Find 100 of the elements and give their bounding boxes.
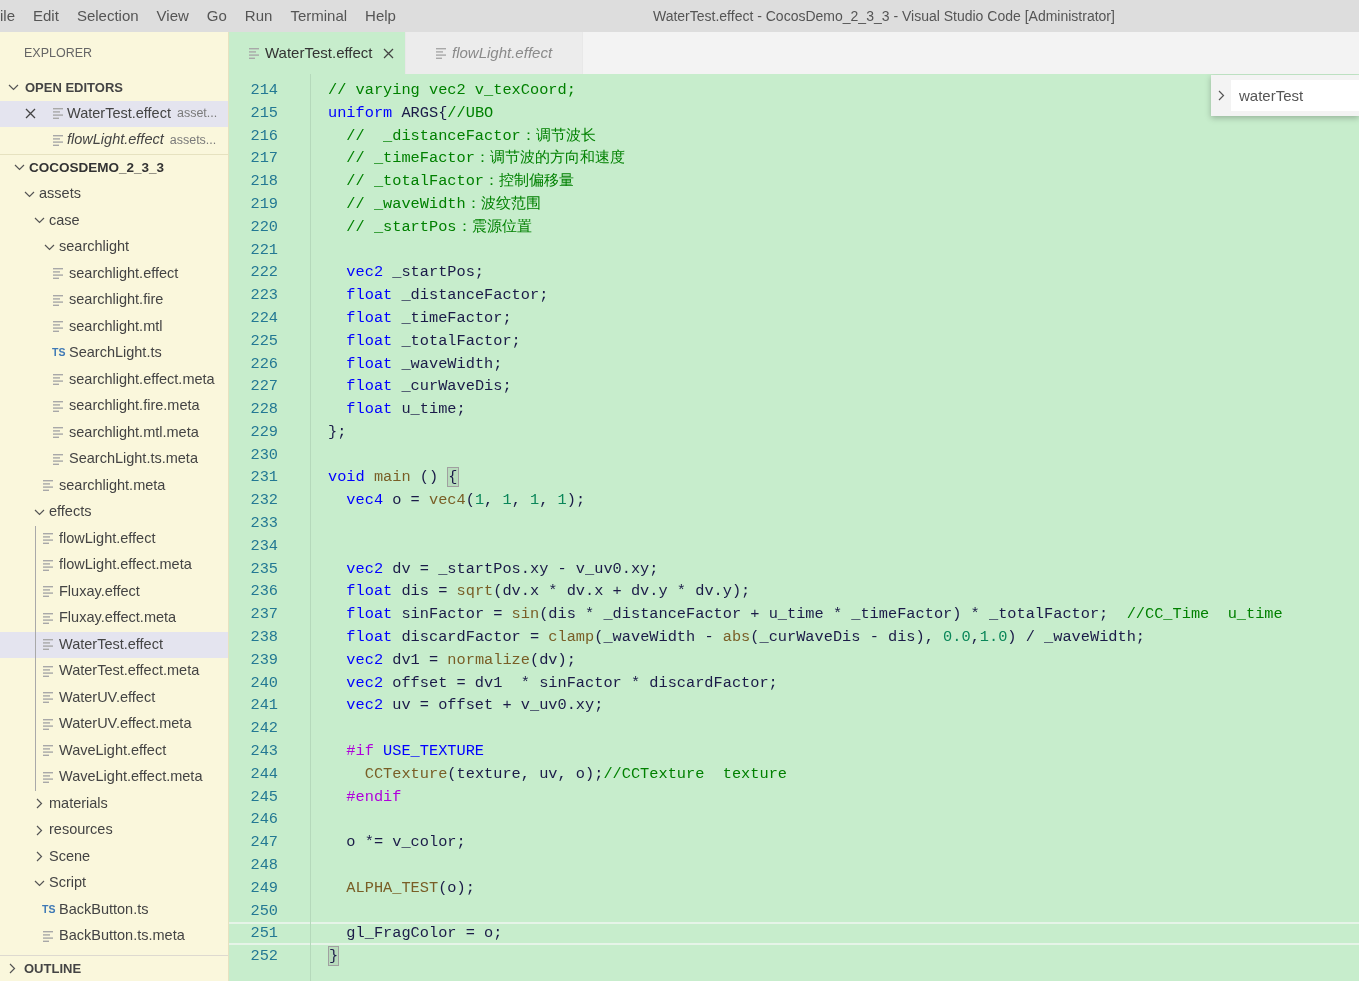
code-line: float u_time; (345, 399, 466, 421)
folder-item[interactable]: Scene (0, 843, 228, 870)
line-number: 248 (249, 855, 279, 877)
menu-item[interactable]: View (156, 4, 189, 28)
chevron-right-icon (36, 798, 43, 810)
code-line: CCTexture(texture, uv, o);//CCTexture texture (363, 763, 787, 785)
chevron-right-icon (1217, 90, 1225, 101)
code-line: #if USE_TEXTURE (345, 741, 485, 763)
file-item[interactable]: TS SearchLight.ts (0, 340, 228, 367)
file-item[interactable]: WaveLight.effect (0, 737, 228, 764)
line-number: 230 (249, 444, 279, 466)
file-lines-icon (43, 665, 53, 677)
code-line: vec2 offset = dv1 * sinFactor * discardFactor; (345, 672, 778, 694)
code-line: #endif (345, 786, 402, 808)
folder-item[interactable]: searchlight (0, 234, 228, 261)
code-line: // _waveWidth：波纹范围 (345, 193, 541, 215)
file-lines-icon (53, 134, 63, 146)
line-number: 239 (249, 649, 279, 671)
file-item[interactable]: searchlight.mtl (0, 313, 228, 340)
file-lines-icon (53, 321, 63, 333)
folder-item[interactable]: Script (0, 870, 228, 897)
folder-item[interactable]: effects (0, 499, 228, 526)
file-item[interactable]: flowLight.effect.meta (0, 552, 228, 579)
line-number: 232 (249, 490, 279, 512)
file-item[interactable]: WaterUV.effect.meta (0, 711, 228, 738)
menu-item[interactable]: Go (206, 4, 227, 28)
file-item[interactable]: searchlight.meta (0, 472, 228, 499)
line-number: 250 (249, 900, 279, 922)
editor-tab[interactable]: WaterTest.effect (229, 32, 406, 74)
menu-item[interactable]: ile (0, 4, 15, 28)
code-line: // _distanceFactor：调节波长 (345, 125, 596, 147)
file-item[interactable]: searchlight.effect (0, 260, 228, 287)
line-number: 247 (249, 832, 279, 854)
code-line: // varying vec2 v_texCoord; (327, 79, 576, 101)
folder-item[interactable]: case (0, 207, 228, 234)
line-number: 222 (249, 262, 279, 284)
file-lines-icon (53, 294, 63, 306)
file-item[interactable]: flowLight.effect (0, 525, 228, 552)
line-number: 246 (249, 809, 279, 831)
file-item[interactable]: Fluxay.effect.meta (0, 605, 228, 632)
section-header[interactable]: OPEN EDITORS (0, 74, 228, 101)
line-number: 241 (249, 695, 279, 717)
line-number: 226 (249, 353, 279, 375)
line-number: 228 (249, 399, 279, 421)
file-item[interactable]: BackButton.ts.meta (0, 923, 228, 950)
menu-item[interactable]: Terminal (290, 4, 348, 28)
chevron-down-icon (14, 164, 25, 172)
code-line: float _distanceFactor; (345, 285, 549, 307)
file-item[interactable]: WaveLight.effect.meta (0, 764, 228, 791)
file-item[interactable]: Fluxay.effect (0, 578, 228, 605)
close-icon (382, 47, 394, 59)
file-lines-icon (43, 930, 53, 942)
chevron-down-icon (34, 508, 45, 516)
file-lines-icon (53, 400, 63, 412)
file-item[interactable]: searchlight.fire.meta (0, 393, 228, 420)
file-item[interactable]: searchlight.effect.meta (0, 366, 228, 393)
line-number: 245 (249, 786, 279, 808)
code-line: vec2 uv = offset + v_uv0.xy; (345, 695, 604, 717)
file-item[interactable]: TS BackButton.ts (0, 896, 228, 923)
folder-item[interactable]: assets (0, 181, 228, 208)
find-input[interactable]: waterTest (1231, 80, 1359, 111)
line-number: 244 (249, 763, 279, 785)
file-lines-icon (43, 692, 53, 704)
menu-item[interactable]: Edit (33, 4, 59, 28)
folder-item[interactable]: materials (0, 790, 228, 817)
code-line: vec2 _startPos; (345, 262, 485, 284)
file-lines-icon (249, 47, 259, 59)
file-item[interactable]: SearchLight.ts.meta (0, 446, 228, 473)
code-line: float _curWaveDis; (345, 376, 512, 398)
file-lines-icon (43, 586, 53, 598)
section-header[interactable]: OUTLINE (0, 955, 228, 981)
menu-item[interactable]: Help (365, 4, 396, 28)
menu-item[interactable]: Run (244, 4, 273, 28)
code-line: uniform ARGS{//UBO (327, 102, 494, 124)
line-number: 227 (249, 376, 279, 398)
line-number: 242 (249, 718, 279, 740)
code-line: // _totalFactor：控制偏移量 (345, 171, 575, 193)
chevron-down-icon (8, 83, 19, 91)
line-number: 237 (249, 604, 279, 626)
file-lines-icon (53, 108, 63, 120)
file-lines-icon (43, 771, 53, 783)
file-item[interactable]: WaterTest.effect.meta (0, 658, 228, 685)
file-lines-icon (43, 718, 53, 730)
file-lines-icon (53, 427, 63, 439)
file-lines-icon (436, 47, 446, 59)
open-editor-item[interactable]: flowLight.effect assets... (0, 127, 228, 154)
folder-item[interactable]: resources (0, 817, 228, 844)
file-item[interactable]: WaterTest.effect (0, 631, 228, 658)
menu-item[interactable]: Selection (76, 4, 139, 28)
folder-item[interactable]: COCOSDEMO_2_3_3 (0, 154, 228, 181)
close-icon (25, 108, 36, 120)
chevron-down-icon (24, 190, 35, 198)
file-item[interactable]: searchlight.mtl.meta (0, 419, 228, 446)
file-item[interactable]: searchlight.fire (0, 287, 228, 314)
file-lines-icon (43, 612, 53, 624)
open-editor-item[interactable]: WaterTest.effect asset... (0, 100, 228, 127)
line-number: 235 (249, 558, 279, 580)
line-number: 221 (249, 239, 279, 261)
file-item[interactable]: WaterUV.effect (0, 684, 228, 711)
line-number: 218 (249, 171, 279, 193)
